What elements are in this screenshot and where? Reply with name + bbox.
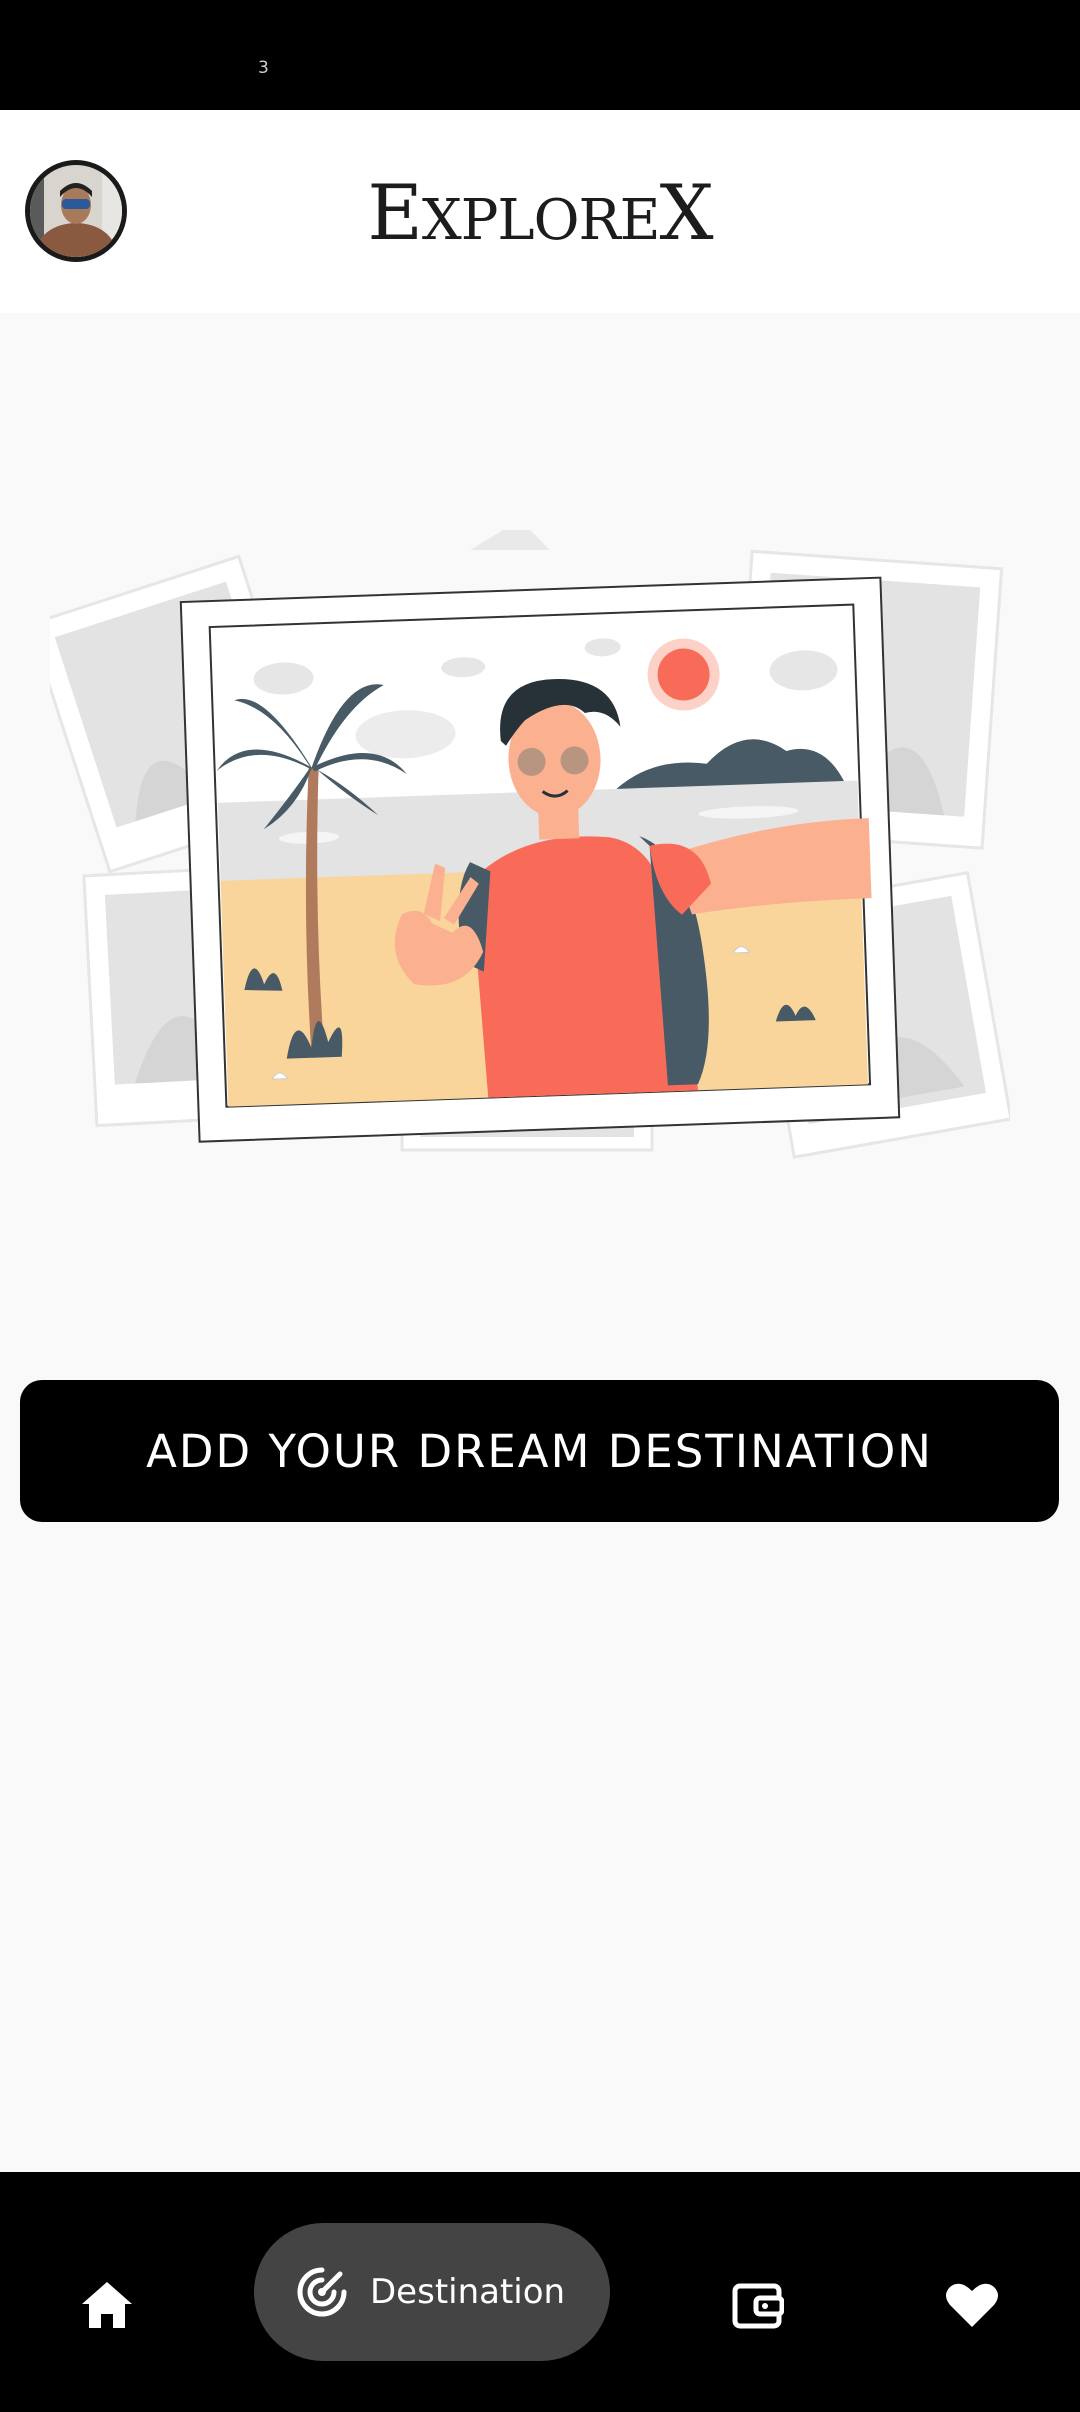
nav-wallet[interactable] [718,2265,798,2345]
app-title-part-3: X [659,168,714,257]
home-icon [82,2282,132,2328]
nav-home[interactable] [67,2265,147,2345]
travel-selfie-illustration [27,520,1013,1170]
add-destination-button[interactable]: ADD YOUR DREAM DESTINATION [20,1380,1059,1522]
heart-icon [946,2283,998,2327]
nav-destination-label: Destination [370,2272,566,2312]
status-text: 3 [258,58,269,78]
header: EXPLOREX [0,110,1080,313]
app-title-part-2: XPLORE [421,188,661,253]
bottom-navigation: Destination [0,2172,1080,2412]
status-bar: 3 [0,0,1080,110]
radar-target-icon [297,2267,347,2317]
app-title: EXPLOREX [0,168,1080,257]
wallet-icon [732,2283,784,2329]
nav-destination[interactable]: Destination [254,2223,610,2361]
nav-favorites[interactable] [932,2265,1012,2345]
app-title-part-1: E [367,168,422,257]
